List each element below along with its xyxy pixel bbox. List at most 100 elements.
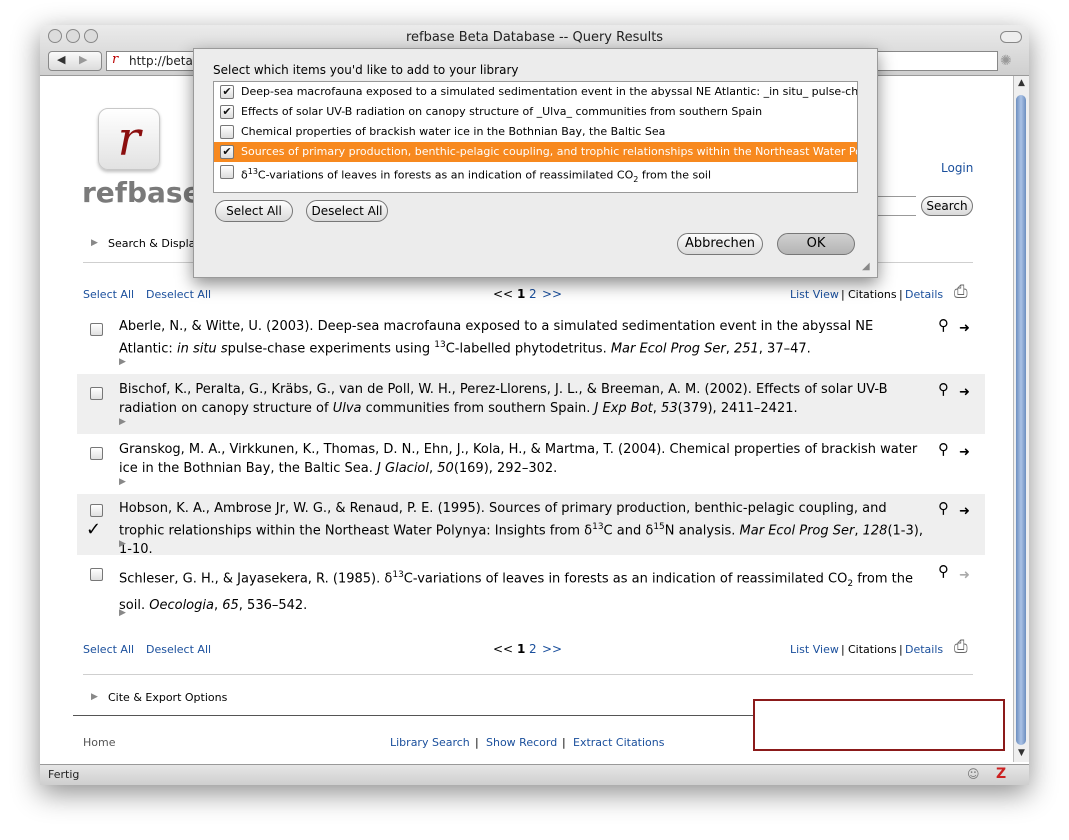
pager-prev[interactable]: << [493, 287, 513, 301]
pager-page-2[interactable]: 2 [529, 642, 537, 656]
journal-volume: 128 [862, 523, 888, 539]
item-checkbox[interactable]: ✔ [220, 105, 234, 119]
status-bar: Fertig ☺ Z [40, 764, 1029, 785]
key-icon[interactable]: ⚲ [938, 499, 949, 517]
record-citation[interactable]: Hobson, K. A., Ambrose Jr, W. G., & Rena… [119, 499, 929, 559]
resize-grip-icon[interactable]: ◢ [862, 261, 870, 272]
arrow-right-icon[interactable]: ➜ [959, 385, 970, 400]
record-checkbox[interactable] [90, 323, 103, 336]
list-item[interactable]: ✔ Effects of solar UV-B radiation on can… [214, 102, 857, 122]
cite-export-toggle[interactable]: Cite & Export Options [108, 691, 227, 704]
scrollbar-thumb[interactable] [1016, 95, 1026, 745]
disclosure-triangle-icon[interactable]: ▶ [91, 692, 98, 702]
record-citation[interactable]: Granskog, M. A., Virkkunen, K., Thomas, … [119, 440, 929, 478]
item-label: Chemical properties of brackish water ic… [241, 125, 666, 138]
key-icon[interactable]: ⚲ [938, 440, 949, 458]
arrow-right-icon[interactable]: ➜ [959, 445, 970, 460]
record-checkbox[interactable] [90, 387, 103, 400]
details-link[interactable]: Details [905, 288, 943, 301]
arrow-right-icon[interactable]: ➜ [959, 321, 970, 336]
item-checkbox[interactable]: ✔ [220, 145, 234, 159]
key-icon[interactable]: ⚲ [938, 562, 949, 580]
pager-prev[interactable]: << [493, 642, 513, 656]
list-item[interactable]: Chemical properties of brackish water ic… [214, 122, 857, 142]
citation-italic: Ulva [332, 401, 362, 416]
item-checkbox[interactable] [220, 165, 234, 179]
record-citation[interactable]: Bischof, K., Peralta, G., Kräbs, G., van… [119, 380, 929, 418]
item-checkbox[interactable] [220, 125, 234, 139]
refbase-logo[interactable]: r [98, 108, 160, 170]
cancel-button[interactable]: Abbrechen [677, 233, 763, 255]
citation-text: Schleser, G. H., & Jayasekera, R. (1985)… [119, 571, 393, 587]
print-icon[interactable]: ⎙ [954, 637, 968, 657]
disclosure-triangle-icon[interactable]: ▶ [119, 608, 126, 618]
disclosure-triangle-icon[interactable]: ▶ [119, 357, 126, 367]
status-text: Fertig [48, 768, 80, 781]
pager-next[interactable]: >> [542, 287, 562, 301]
addon-icon[interactable]: ☺ [967, 767, 980, 781]
list-view-link[interactable]: List View [790, 288, 839, 301]
toolbar-toggle-button[interactable] [1000, 31, 1022, 43]
record-checkbox[interactable] [90, 504, 103, 517]
select-all-link[interactable]: Select All [83, 288, 134, 301]
checkmark-icon: ✓ [86, 519, 102, 540]
record-checkbox[interactable] [90, 568, 103, 581]
details-link-bottom[interactable]: Details [905, 643, 943, 656]
search-display-toggle[interactable]: Search & Display [108, 237, 202, 250]
deselect-all-link[interactable]: Deselect All [146, 288, 211, 301]
list-item[interactable]: ✔ Deep-sea macrofauna exposed to a simul… [214, 82, 857, 102]
record-citation[interactable]: Aberle, N., & Witte, U. (2003). Deep-sea… [119, 317, 924, 358]
item-checkbox[interactable]: ✔ [220, 85, 234, 99]
pager-page-2[interactable]: 2 [529, 287, 537, 301]
record-citation[interactable]: Schleser, G. H., & Jayasekera, R. (1985)… [119, 564, 929, 617]
add-items-dialog: Select which items you'd like to add to … [193, 48, 878, 278]
dialog-select-all-button[interactable]: Select All [215, 200, 293, 222]
extract-citations-link[interactable]: Extract Citations [573, 736, 665, 749]
back-arrow-icon[interactable]: ◀ [57, 53, 65, 66]
window-title: refbase Beta Database -- Query Results [405, 30, 664, 45]
record-checkbox[interactable] [90, 447, 103, 460]
journal-name: J Exp Bot [594, 401, 653, 416]
list-view-link-bottom[interactable]: List View [790, 643, 839, 656]
zotero-icon[interactable]: Z [996, 766, 1006, 782]
table-row: Granskog, M. A., Virkkunen, K., Thomas, … [77, 434, 985, 494]
pager-next[interactable]: >> [542, 642, 562, 656]
arrow-right-icon[interactable]: ➜ [959, 504, 970, 519]
separator: | [475, 736, 479, 749]
citation-sup: 13 [434, 340, 446, 350]
citations-label: Citations [848, 288, 897, 301]
url-text[interactable]: http://beta [129, 54, 193, 68]
disclosure-triangle-icon[interactable]: ▶ [119, 539, 126, 549]
item-label-part: C-variations of leaves in forests as an … [257, 168, 634, 182]
table-row: Schleser, G. H., & Jayasekera, R. (1985)… [77, 558, 985, 622]
citation-text: C and δ [603, 523, 654, 539]
login-link[interactable]: Login [941, 161, 973, 175]
forward-arrow-icon[interactable]: ▶ [79, 53, 87, 66]
key-icon[interactable]: ⚲ [938, 380, 949, 398]
print-icon[interactable]: ⎙ [954, 282, 968, 302]
table-row: Aberle, N., & Witte, U. (2003). Deep-sea… [83, 312, 985, 372]
journal-volume: 251 [733, 341, 759, 357]
citation-italic: in situ [176, 341, 217, 357]
journal-volume: 65 [222, 597, 239, 613]
disclosure-triangle-icon[interactable]: ▶ [119, 477, 126, 487]
library-search-link[interactable]: Library Search [390, 736, 470, 749]
scroll-up-icon[interactable]: ▲ [1018, 78, 1025, 88]
list-item-selected[interactable]: ✔ Sources of primary production, benthic… [214, 142, 857, 162]
list-item[interactable]: δ13C-variations of leaves in forests as … [214, 162, 857, 182]
notification-box [753, 699, 1005, 751]
ok-button[interactable]: OK [777, 233, 855, 255]
item-label: Effects of solar UV-B radiation on canop… [241, 105, 763, 118]
deselect-all-link-bottom[interactable]: Deselect All [146, 643, 211, 656]
disclosure-triangle-icon[interactable]: ▶ [119, 417, 126, 427]
separator: | [841, 288, 845, 301]
key-icon[interactable]: ⚲ [938, 316, 949, 334]
divider [83, 674, 973, 675]
disclosure-triangle-icon[interactable]: ▶ [91, 238, 98, 248]
select-all-link-bottom[interactable]: Select All [83, 643, 134, 656]
search-button[interactable]: Search [921, 196, 973, 216]
show-record-link[interactable]: Show Record [486, 736, 557, 749]
home-link[interactable]: Home [83, 736, 115, 749]
dialog-deselect-all-button[interactable]: Deselect All [306, 200, 388, 222]
scroll-down-icon[interactable]: ▼ [1018, 748, 1025, 758]
